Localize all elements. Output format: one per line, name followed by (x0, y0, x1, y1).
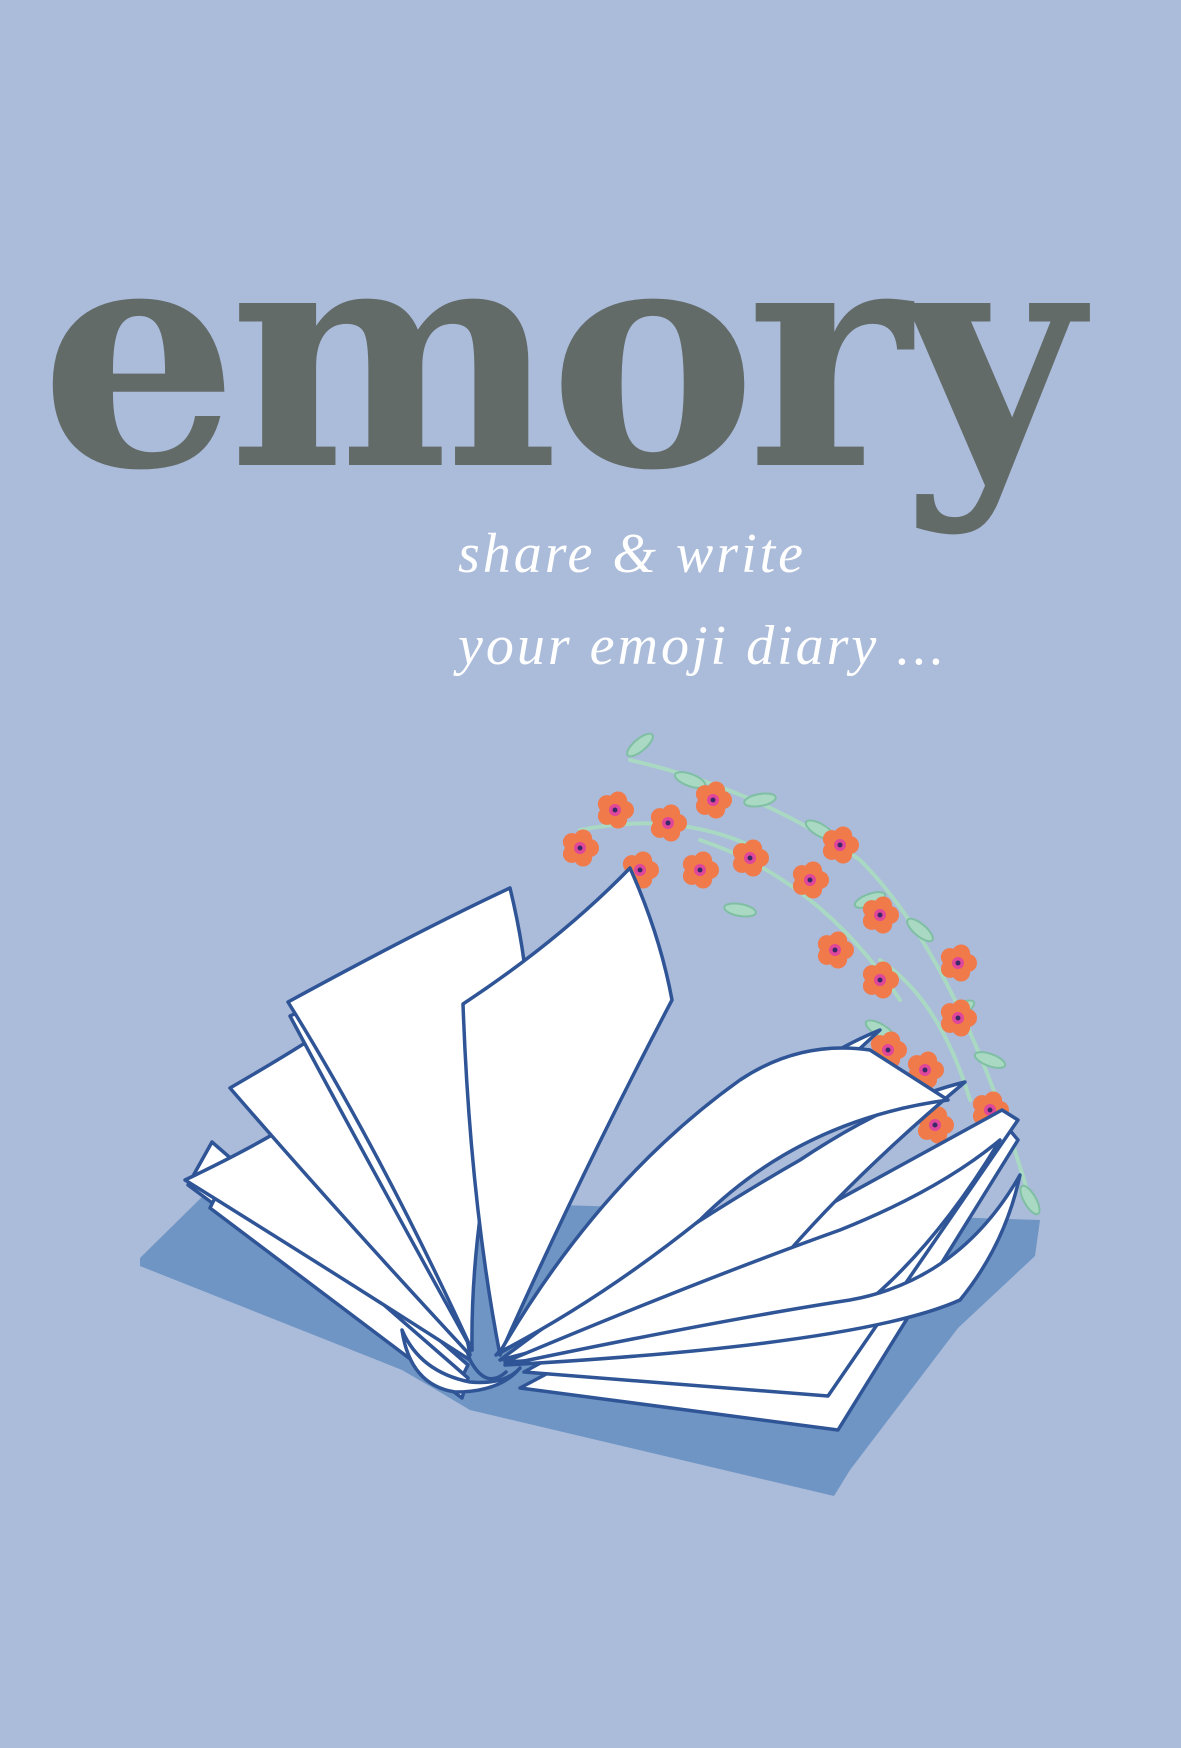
flower (940, 944, 977, 982)
cover-page: emory share & write your emoji diary ... (0, 0, 1181, 1748)
flower (695, 781, 732, 819)
book-illustration (140, 732, 1041, 1496)
flower (862, 896, 899, 934)
flower (732, 839, 769, 877)
leaf (626, 732, 654, 758)
leaf (723, 902, 757, 918)
leaf (973, 1051, 1007, 1069)
flower (792, 861, 829, 899)
flower (650, 804, 687, 842)
leaf (743, 792, 777, 808)
flower (562, 829, 599, 867)
open-book-icon (140, 866, 1040, 1496)
leaf (1019, 1184, 1041, 1216)
flower (682, 851, 719, 889)
